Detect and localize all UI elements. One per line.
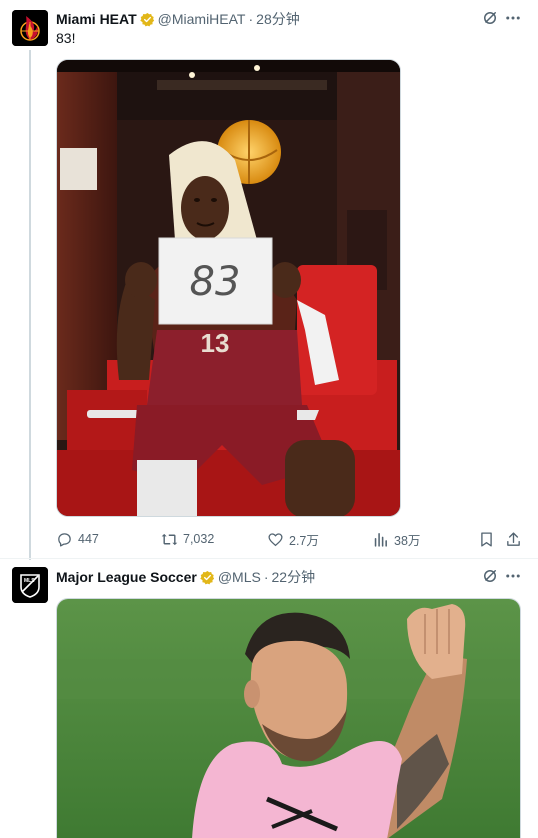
author-name[interactable]: Miami HEAT [56,11,137,27]
verified-badge-icon [139,12,155,27]
like-button[interactable]: 2.7万 [267,529,319,549]
more-options-button[interactable] [503,566,523,586]
thread-connector-line [29,50,31,560]
tweet-timestamp[interactable]: 28分钟 [256,9,300,29]
reply-button[interactable]: 447 [56,529,99,549]
grok-icon [482,12,496,26]
separator-dot: · [263,569,269,585]
tweet-photo[interactable] [56,598,521,838]
separator-dot: · [248,11,254,27]
author-name[interactable]: Major League Soccer [56,569,197,585]
locker-room-photo: 13 83 [57,60,400,516]
views-button[interactable]: 38万 [372,529,420,549]
bookmark-button[interactable] [476,529,496,549]
author-handle[interactable]: @MLS [218,569,261,585]
author-handle[interactable]: @MiamiHEAT [158,11,246,27]
tweet-text: 83! [56,30,76,46]
grok-button[interactable] [480,566,500,586]
heart-icon [268,532,283,546]
mls-logo-icon: MLS [12,567,48,603]
mls-avatar[interactable]: MLS [12,567,48,603]
bookmark-icon [480,531,492,547]
share-icon [506,531,520,546]
views-chart-icon [374,532,387,547]
reply-icon [58,532,71,547]
tweet-photo[interactable]: 13 83 [56,59,401,517]
jersey-number: 13 [201,328,230,358]
more-dots-icon [506,574,520,578]
soccer-player-photo [57,599,520,838]
repost-button[interactable]: 7,032 [161,529,214,549]
repost-count: 7,032 [183,532,215,546]
tweet-timestamp[interactable]: 22分钟 [272,567,316,587]
more-options-button[interactable] [503,8,523,28]
heat-avatar[interactable] [12,10,48,46]
tweet-divider [0,558,538,559]
tweet-header: Miami HEAT @MiamiHEAT · 28分钟 [56,9,300,29]
grok-button[interactable] [480,8,500,28]
like-count: 2.7万 [289,533,319,548]
grok-icon [482,570,496,584]
views-count: 38万 [394,533,421,548]
verified-badge-icon [200,570,215,585]
mls-logo-text: MLS [24,578,35,584]
share-button[interactable] [503,529,523,549]
sign-text: 83 [190,259,241,305]
tweet-header: Major League Soccer @MLS · 22分钟 [56,567,315,587]
heat-logo-icon [12,10,48,46]
reply-count: 447 [78,532,99,546]
repost-icon [161,533,178,545]
more-dots-icon [506,16,520,20]
